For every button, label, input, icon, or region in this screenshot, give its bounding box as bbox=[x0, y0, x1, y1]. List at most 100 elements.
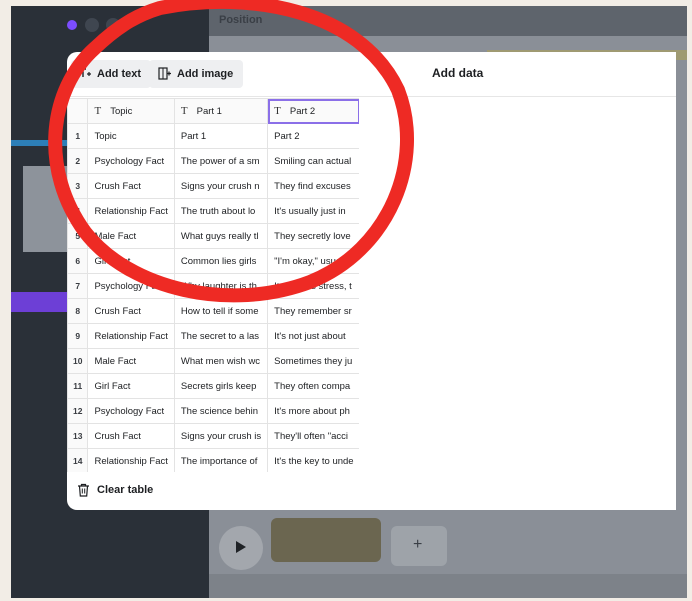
add-clip-button[interactable]: + bbox=[391, 526, 447, 566]
table-row: 2 Psychology Fact The power of a sm Smiling… bbox=[67, 148, 359, 174]
editor-topbar-title: Position bbox=[219, 14, 263, 26]
table-cell[interactable]: Psychology Fact bbox=[87, 273, 175, 299]
table-cell[interactable]: Male Fact bbox=[87, 223, 175, 249]
row-number: 4 bbox=[67, 198, 89, 224]
table-cell[interactable]: Relationship Fact bbox=[87, 198, 175, 224]
row-number: 5 bbox=[67, 223, 89, 249]
table-cell[interactable]: "I'm okay," usually bbox=[267, 248, 359, 274]
row-number: 10 bbox=[67, 348, 89, 374]
table-cell[interactable]: Signs your crush n bbox=[173, 173, 269, 199]
dialog-title: Add data bbox=[432, 66, 484, 80]
row-number: 14 bbox=[67, 448, 89, 472]
table-cell[interactable]: Psychology Fact bbox=[87, 148, 175, 174]
table-cell[interactable]: The power of a sm bbox=[173, 148, 269, 174]
data-table-container[interactable]: T Topic T Part 1 T Part 2 1 Topic Part 1 Part … bbox=[67, 98, 359, 472]
table-cell[interactable]: Relationship Fact bbox=[87, 448, 175, 472]
table-cell[interactable]: Crush Fact bbox=[87, 423, 175, 449]
table-row: 12 Psychology Fact The science behin It's m… bbox=[67, 398, 359, 424]
table-cell[interactable]: Secrets girls keep bbox=[173, 373, 269, 399]
clear-table-button[interactable]: Clear table bbox=[77, 480, 153, 500]
row-number: 13 bbox=[67, 423, 89, 449]
table-cell[interactable]: Why laughter is th bbox=[173, 273, 269, 299]
table-cell[interactable]: What guys really tl bbox=[173, 223, 269, 249]
text-type-icon: T bbox=[180, 105, 188, 117]
table-cell[interactable]: Part 2 bbox=[267, 123, 359, 149]
text-type-icon: T bbox=[274, 105, 281, 117]
column-header-label: Part 1 bbox=[196, 106, 222, 117]
data-table: T Topic T Part 1 T Part 2 1 Topic Part 1 Part … bbox=[67, 98, 359, 472]
plus-icon: + bbox=[413, 536, 423, 553]
toolbar-dot bbox=[85, 18, 99, 32]
table-cell[interactable]: The importance of bbox=[173, 448, 269, 472]
table-row: 4 Relationship Fact The truth about lo It's… bbox=[67, 198, 359, 224]
table-cell[interactable]: They'll often "acci bbox=[267, 423, 359, 449]
table-cell[interactable]: They often compa bbox=[267, 373, 359, 399]
table-row: 6 Girl Fact Common lies girls "I'm okay," u… bbox=[67, 248, 359, 274]
table-cell[interactable]: It's not just about bbox=[267, 323, 359, 349]
brand-dot bbox=[67, 20, 77, 30]
table-cell[interactable]: Signs your crush is bbox=[173, 423, 269, 449]
row-number: 3 bbox=[67, 173, 89, 199]
table-cell[interactable]: Common lies girls bbox=[173, 248, 269, 274]
add-text-icon bbox=[80, 68, 91, 77]
play-icon bbox=[236, 541, 246, 553]
row-number: 1 bbox=[67, 123, 89, 149]
column-header[interactable]: T Topic bbox=[87, 98, 175, 124]
table-cell[interactable]: It's more about ph bbox=[267, 398, 359, 424]
table-row: 13 Crush Fact Signs your crush is They'll o… bbox=[67, 423, 359, 449]
table-cell[interactable]: Part 1 bbox=[173, 123, 269, 149]
add-data-dialog: Add text Add image Add data T Topic T Pa… bbox=[67, 52, 676, 510]
table-cell[interactable]: Crush Fact bbox=[87, 173, 175, 199]
table-row: 11 Girl Fact Secrets girls keep They often … bbox=[67, 373, 359, 399]
corner-cell bbox=[67, 98, 89, 124]
column-header-label: Topic bbox=[110, 106, 133, 117]
table-cell[interactable]: Smiling can actual bbox=[267, 148, 359, 174]
toolbar-dot bbox=[106, 18, 120, 32]
table-cell[interactable]: Male Fact bbox=[87, 348, 175, 374]
table-cell[interactable]: It's usually just in bbox=[267, 198, 359, 224]
table-cell[interactable]: Relationship Fact bbox=[87, 323, 175, 349]
row-number: 8 bbox=[67, 298, 89, 324]
table-cell[interactable]: The secret to a las bbox=[173, 323, 269, 349]
table-row: 3 Crush Fact Signs your crush n They find e… bbox=[67, 173, 359, 199]
row-number: 12 bbox=[67, 398, 89, 424]
row-number: 6 bbox=[67, 248, 89, 274]
column-header-selected[interactable]: T Part 2 bbox=[267, 98, 359, 124]
column-header[interactable]: T Part 1 bbox=[173, 98, 269, 124]
table-row: 10 Male Fact What men wish wc Sometimes the… bbox=[67, 348, 359, 374]
table-row: 8 Crush Fact How to tell if some They remem… bbox=[67, 298, 359, 324]
column-header-label: Part 2 bbox=[289, 106, 316, 117]
timeline-clip[interactable] bbox=[271, 518, 381, 562]
table-cell[interactable]: It reduces stress, t bbox=[267, 273, 359, 299]
table-cell[interactable]: Girl Fact bbox=[87, 248, 175, 274]
dialog-footer: Clear table bbox=[67, 472, 676, 510]
table-cell[interactable]: Topic bbox=[87, 123, 175, 149]
add-text-label: Add text bbox=[97, 68, 141, 80]
add-text-button[interactable]: Add text bbox=[71, 60, 151, 88]
row-number: 7 bbox=[67, 273, 89, 299]
table-row: 5 Male Fact What guys really tl They secret… bbox=[67, 223, 359, 249]
add-image-button[interactable]: Add image bbox=[149, 60, 244, 88]
editor-topbar: Position bbox=[209, 6, 687, 36]
table-cell[interactable]: They find excuses bbox=[267, 173, 359, 199]
table-cell[interactable]: Sometimes they ju bbox=[267, 348, 359, 374]
editor-bottom-bar bbox=[209, 574, 687, 598]
table-header-row: T Topic T Part 1 T Part 2 bbox=[67, 98, 359, 124]
row-number: 9 bbox=[67, 323, 89, 349]
clear-table-label: Clear table bbox=[97, 484, 154, 496]
table-cell[interactable]: They secretly love bbox=[267, 223, 359, 249]
dialog-header: Add text Add image Add data bbox=[67, 52, 676, 97]
table-cell[interactable]: Girl Fact bbox=[87, 373, 175, 399]
table-cell[interactable]: The science behin bbox=[173, 398, 269, 424]
table-row: 9 Relationship Fact The secret to a las It'… bbox=[67, 323, 359, 349]
add-image-label: Add image bbox=[177, 68, 234, 80]
table-cell[interactable]: What men wish wc bbox=[173, 348, 269, 374]
table-cell[interactable]: They remember sr bbox=[267, 298, 359, 324]
table-cell[interactable]: The truth about lo bbox=[173, 198, 269, 224]
add-image-icon bbox=[158, 67, 171, 80]
table-cell[interactable]: Crush Fact bbox=[87, 298, 175, 324]
table-cell[interactable]: Psychology Fact bbox=[87, 398, 175, 424]
text-type-icon: T bbox=[94, 105, 102, 117]
table-cell[interactable]: It's the key to unde bbox=[267, 448, 359, 472]
table-cell[interactable]: How to tell if some bbox=[173, 298, 269, 324]
